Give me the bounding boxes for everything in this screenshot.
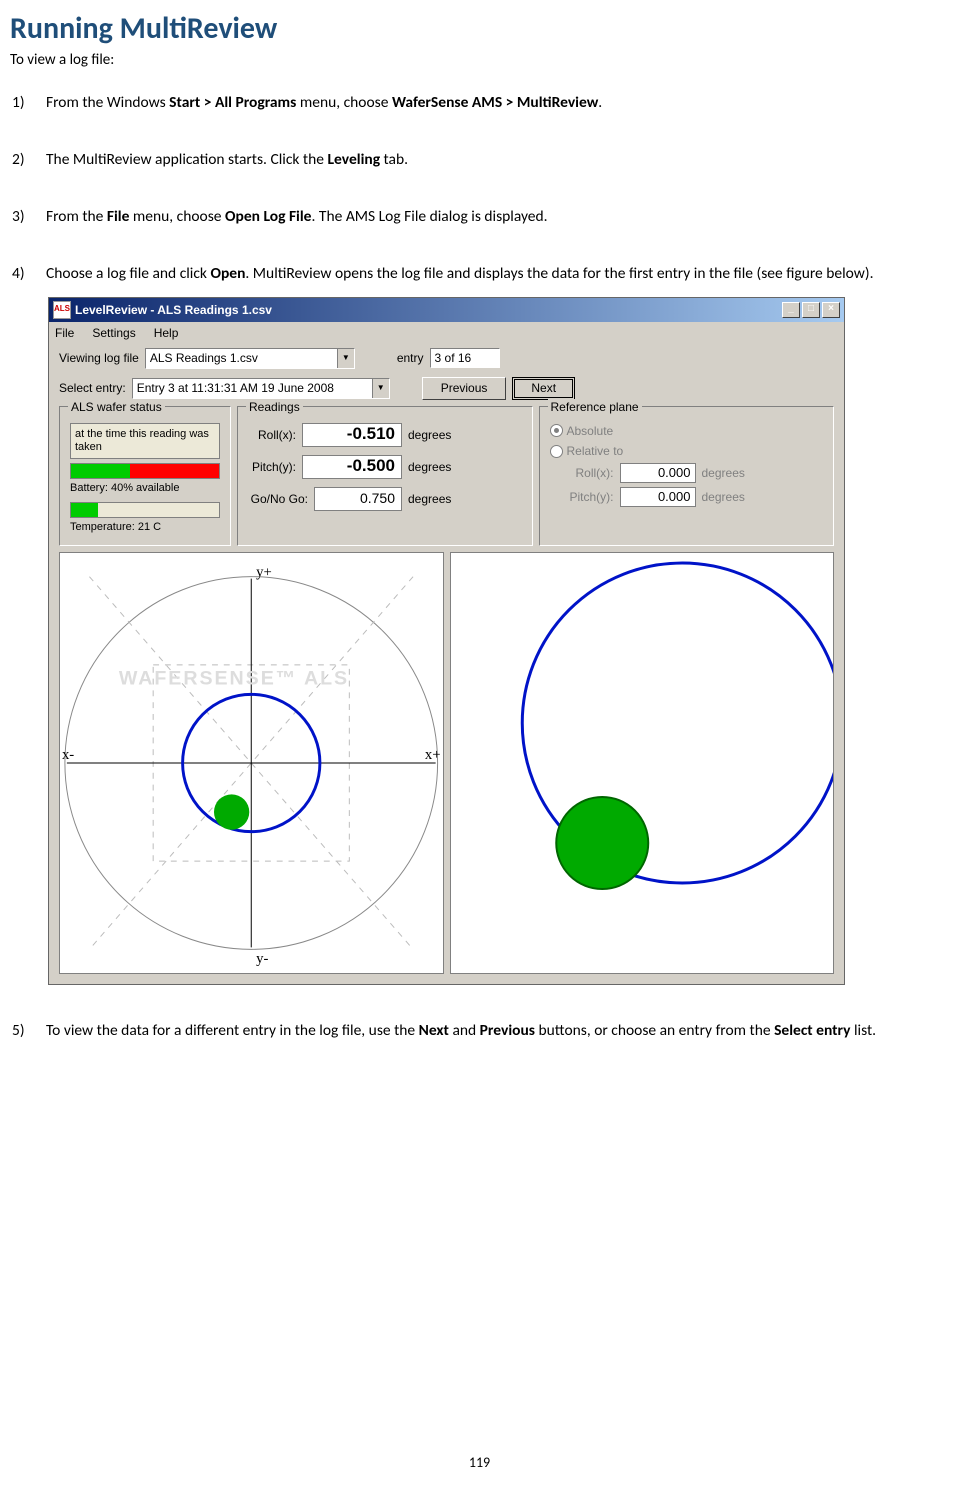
readings-group: Readings Roll(x): -0.510 degrees Pitch(y… (237, 406, 533, 546)
panels: ALS wafer status at the time this readin… (49, 404, 844, 552)
chart-left: WAFERSENSE™ ALS y+ y- x+ x- (59, 552, 444, 974)
svg-text:x+: x+ (425, 747, 441, 763)
battery-label: Battery: 40% available (70, 481, 220, 496)
intro-text: To view a log file: (10, 51, 949, 69)
select-entry-row: Select entry: Entry 3 at 11:31:31 AM 19 … (49, 373, 844, 404)
reference-title: Reference plane (548, 399, 642, 415)
app-window: ALS LevelReview - ALS Readings 1.csv _ □… (48, 297, 845, 985)
chevron-down-icon: ▼ (372, 379, 389, 398)
menu-file[interactable]: File (55, 325, 74, 341)
next-button[interactable]: Next (512, 377, 575, 400)
steps-list: From the Windows Start > All Programs me… (10, 93, 949, 1042)
battery-bar (70, 463, 220, 479)
charts-row: WAFERSENSE™ ALS y+ y- x+ x- (49, 552, 844, 984)
minimize-button[interactable]: _ (782, 302, 800, 318)
roll-label: Roll(x): (248, 427, 296, 443)
select-entry-label: Select entry: (59, 380, 126, 396)
chart-right (450, 552, 835, 974)
window-title: LevelReview - ALS Readings 1.csv (75, 302, 272, 318)
svg-text:y-: y- (256, 951, 268, 967)
readings-title: Readings (246, 399, 303, 415)
entry-field: 3 of 16 (430, 348, 500, 368)
chevron-down-icon: ▼ (337, 349, 354, 368)
reference-group: Reference plane Absolute Relative to Rol… (539, 406, 835, 546)
menu-settings[interactable]: Settings (92, 325, 135, 341)
svg-text:x-: x- (62, 747, 74, 763)
ref-pitch-value: 0.000 (620, 487, 696, 507)
viewing-select[interactable]: ALS Readings 1.csv ▼ (145, 348, 355, 369)
ref-pitch-label: Pitch(y): (566, 489, 614, 505)
svg-text:y+: y+ (256, 565, 272, 581)
ref-roll-label: Roll(x): (566, 465, 614, 481)
page-number: 119 (0, 1454, 959, 1471)
status-group: ALS wafer status at the time this readin… (59, 406, 231, 546)
gonogo-value: 0.750 (314, 487, 402, 511)
entry-label: entry (397, 350, 424, 366)
pitch-label: Pitch(y): (248, 459, 296, 475)
temperature-bar (70, 502, 220, 518)
step-3: From the File menu, choose Open Log File… (10, 207, 949, 228)
radio-relative: Relative to (550, 443, 824, 459)
step-4: Choose a log file and click Open. MultiR… (10, 264, 949, 985)
roll-value: -0.510 (302, 423, 402, 447)
pitch-value: -0.500 (302, 455, 402, 479)
step-2: The MultiReview application starts. Clic… (10, 150, 949, 171)
window-buttons: _ □ × (782, 302, 840, 318)
status-title: ALS wafer status (68, 399, 165, 415)
page-heading: Running MultiReview (10, 10, 949, 47)
viewing-row: Viewing log file ALS Readings 1.csv ▼ en… (49, 344, 844, 373)
temperature-label: Temperature: 21 C (70, 520, 220, 535)
menubar: File Settings Help (49, 322, 844, 344)
ref-roll-value: 0.000 (620, 463, 696, 483)
gonogo-label: Go/No Go: (248, 491, 308, 507)
close-button[interactable]: × (822, 302, 840, 318)
step-5: To view the data for a different entry i… (10, 1021, 949, 1042)
radio-absolute: Absolute (550, 423, 824, 439)
maximize-button[interactable]: □ (802, 302, 820, 318)
status-text: at the time this reading was taken (70, 423, 220, 459)
titlebar: ALS LevelReview - ALS Readings 1.csv _ □… (49, 298, 844, 322)
app-icon: ALS (53, 301, 71, 319)
step-1: From the Windows Start > All Programs me… (10, 93, 949, 114)
svg-text:WAFERSENSE™ ALS: WAFERSENSE™ ALS (119, 667, 349, 689)
viewing-label: Viewing log file (59, 350, 139, 366)
menu-help[interactable]: Help (154, 325, 179, 341)
select-entry-dropdown[interactable]: Entry 3 at 11:31:31 AM 19 June 2008 ▼ (132, 378, 390, 399)
previous-button[interactable]: Previous (422, 377, 507, 400)
